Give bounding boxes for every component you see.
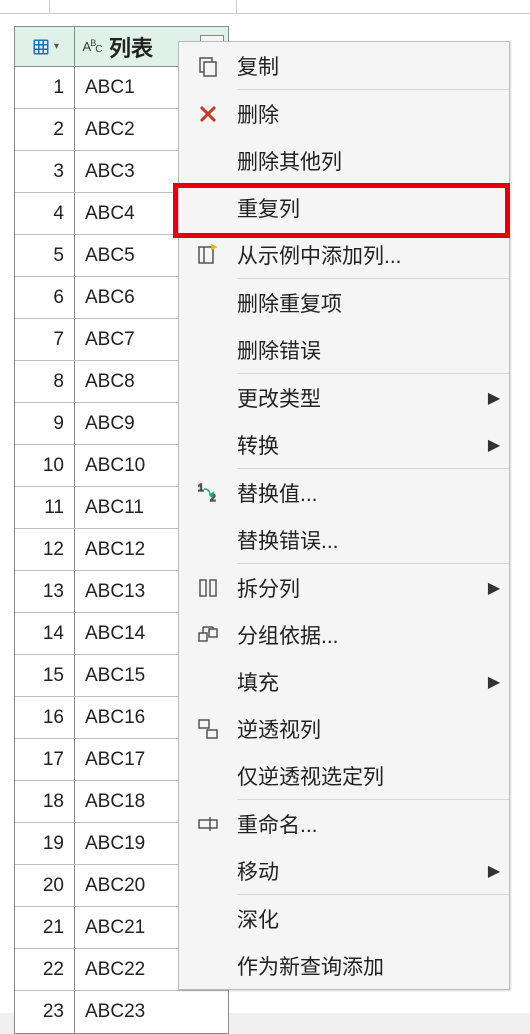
- row-number[interactable]: 4: [15, 193, 75, 234]
- row-number[interactable]: 9: [15, 403, 75, 444]
- menu-fill[interactable]: 填充 ▶: [179, 658, 509, 705]
- chevron-right-icon: ▶: [479, 435, 509, 455]
- menu-remove-duplicates[interactable]: 删除重复项: [179, 279, 509, 326]
- menu-copy[interactable]: 复制: [179, 42, 509, 89]
- row-number[interactable]: 10: [15, 445, 75, 486]
- row-number[interactable]: 20: [15, 865, 75, 906]
- row-number[interactable]: 8: [15, 361, 75, 402]
- menu-replace-values[interactable]: 1 2 替换值...: [179, 469, 509, 516]
- menu-replace-errors[interactable]: 替换错误...: [179, 516, 509, 563]
- row-number[interactable]: 13: [15, 571, 75, 612]
- chevron-right-icon: ▶: [479, 388, 509, 408]
- chevron-down-icon: ▾: [54, 41, 59, 52]
- row-number[interactable]: 21: [15, 907, 75, 948]
- select-all-button[interactable]: ▾: [15, 27, 75, 66]
- add-column-icon: [179, 243, 237, 267]
- row-number[interactable]: 6: [15, 277, 75, 318]
- menu-duplicate-column[interactable]: 重复列: [179, 184, 509, 231]
- cell-value[interactable]: ABC23: [75, 991, 228, 1033]
- menu-add-as-new-query[interactable]: 作为新查询添加: [179, 942, 509, 989]
- column-header-label: 列表: [109, 31, 153, 63]
- copy-icon: [179, 54, 237, 78]
- menu-split-column[interactable]: 拆分列 ▶: [179, 564, 509, 611]
- split-column-icon: [179, 576, 237, 600]
- menu-add-column-from-examples[interactable]: 从示例中添加列...: [179, 231, 509, 278]
- column-context-menu: 复制 删除 删除其他列 重复列: [178, 41, 510, 990]
- menu-move[interactable]: 移动 ▶: [179, 847, 509, 894]
- row-number[interactable]: 11: [15, 487, 75, 528]
- menu-remove-errors[interactable]: 删除错误: [179, 326, 509, 373]
- chevron-right-icon: ▶: [479, 578, 509, 598]
- row-number[interactable]: 17: [15, 739, 75, 780]
- row-number[interactable]: 7: [15, 319, 75, 360]
- row-number[interactable]: 18: [15, 781, 75, 822]
- row-number[interactable]: 5: [15, 235, 75, 276]
- row-number[interactable]: 15: [15, 655, 75, 696]
- group-by-icon: [179, 623, 237, 647]
- menu-unpivot-selected[interactable]: 仅逆透视选定列: [179, 752, 509, 799]
- menu-change-type[interactable]: 更改类型 ▶: [179, 374, 509, 421]
- abc-type-icon: ABC: [81, 36, 103, 58]
- table-row[interactable]: 23ABC23: [15, 991, 228, 1033]
- menu-unpivot[interactable]: 逆透视列: [179, 705, 509, 752]
- chevron-right-icon: ▶: [479, 861, 509, 881]
- replace-icon: 1 2: [179, 481, 237, 505]
- chevron-right-icon: ▶: [479, 672, 509, 692]
- row-number[interactable]: 16: [15, 697, 75, 738]
- row-number[interactable]: 2: [15, 109, 75, 150]
- row-number[interactable]: 23: [15, 991, 75, 1033]
- row-number[interactable]: 22: [15, 949, 75, 990]
- row-number[interactable]: 19: [15, 823, 75, 864]
- rename-icon: [179, 812, 237, 836]
- formula-bar: [0, 0, 530, 14]
- unpivot-icon: [179, 717, 237, 741]
- menu-rename[interactable]: 重命名...: [179, 800, 509, 847]
- menu-transform[interactable]: 转换 ▶: [179, 421, 509, 468]
- menu-remove[interactable]: 删除: [179, 90, 509, 137]
- menu-drill-down[interactable]: 深化: [179, 895, 509, 942]
- delete-icon: [179, 102, 237, 126]
- row-number[interactable]: 12: [15, 529, 75, 570]
- row-number[interactable]: 1: [15, 67, 75, 108]
- menu-remove-other-columns[interactable]: 删除其他列: [179, 137, 509, 184]
- menu-group-by[interactable]: 分组依据...: [179, 611, 509, 658]
- svg-text:1: 1: [198, 483, 204, 494]
- row-number[interactable]: 14: [15, 613, 75, 654]
- table-icon: [30, 36, 52, 58]
- row-number[interactable]: 3: [15, 151, 75, 192]
